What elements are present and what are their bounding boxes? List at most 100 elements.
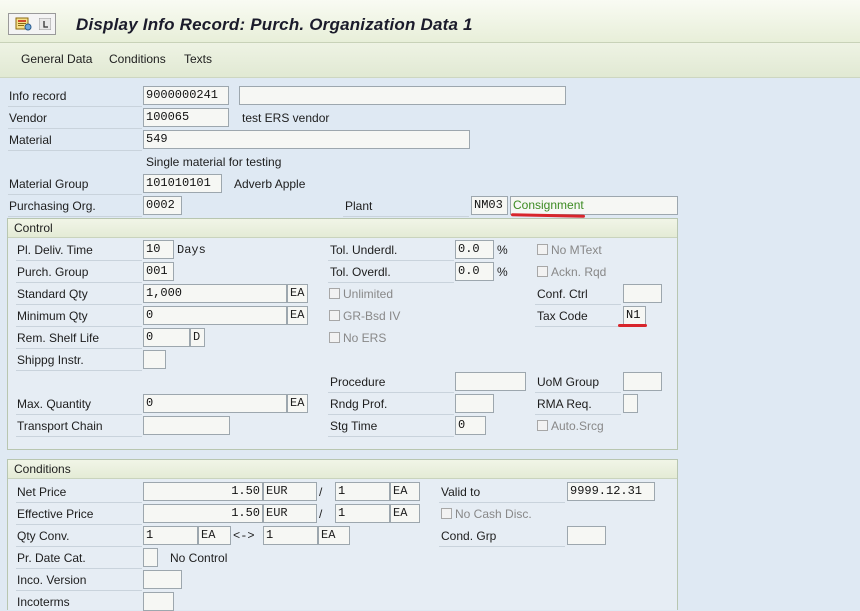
net-price-label: Net Price: [17, 485, 67, 499]
minimum-qty-label: Minimum Qty: [17, 309, 88, 323]
purch-group-field[interactable]: 001: [143, 262, 174, 281]
rem-shelf-life-field[interactable]: 0: [143, 328, 190, 347]
standard-qty-field[interactable]: 1,000: [143, 284, 287, 303]
effective-price-slash: /: [319, 507, 323, 521]
auto-srcg-label: Auto.Srcg: [551, 419, 604, 433]
info-record-label: Info record: [9, 89, 67, 103]
max-quantity-field[interactable]: 0: [143, 394, 287, 413]
effective-price-unit-field[interactable]: EA: [390, 504, 420, 523]
info-record-description-field[interactable]: [239, 86, 566, 105]
net-price-unit-field[interactable]: EA: [390, 482, 420, 501]
ackn-rqd-label: Ackn. Rqd: [551, 265, 607, 279]
stg-time-label: Stg Time: [330, 419, 378, 433]
qty-conv-arrow: <->: [233, 529, 255, 543]
no-ers-checkbox[interactable]: [329, 332, 340, 343]
qty-conv-to-unit-field[interactable]: EA: [318, 526, 350, 545]
cond-grp-label: Cond. Grp: [441, 529, 497, 543]
rma-req-field[interactable]: [623, 394, 638, 413]
pr-date-cat-label: Pr. Date Cat.: [17, 551, 86, 565]
purchasing-org-label: Purchasing Org.: [9, 199, 96, 213]
net-price-field[interactable]: 1.50: [143, 482, 263, 501]
no-cash-disc-checkbox[interactable]: [441, 508, 452, 519]
rma-req-label: RMA Req.: [537, 397, 592, 411]
max-quantity-unit-field[interactable]: EA: [287, 394, 308, 413]
gr-bsd-iv-label: GR-Bsd IV: [343, 309, 401, 323]
no-mtext-checkbox[interactable]: [537, 244, 548, 255]
material-label: Material: [9, 133, 52, 147]
procedure-label: Procedure: [330, 375, 386, 389]
qty-conv-to-field[interactable]: 1: [263, 526, 318, 545]
uom-group-label: UoM Group: [537, 375, 600, 389]
inco-version-field[interactable]: [143, 570, 182, 589]
pl-deliv-time-label: Pl. Deliv. Time: [17, 243, 93, 257]
standard-qty-label: Standard Qty: [17, 287, 88, 301]
info-record-field[interactable]: 9000000241: [143, 86, 229, 105]
material-field[interactable]: 549: [143, 130, 470, 149]
dropdown-arrow-icon[interactable]: [38, 17, 52, 31]
control-group-title: Control: [8, 219, 677, 238]
ackn-rqd-checkbox[interactable]: [537, 266, 548, 277]
purch-group-label: Purch. Group: [17, 265, 89, 279]
uom-group-field[interactable]: [623, 372, 662, 391]
vendor-field[interactable]: 100065: [143, 108, 229, 127]
conditions-group-title: Conditions: [8, 460, 677, 479]
minimum-qty-unit-field[interactable]: EA: [287, 306, 308, 325]
net-price-slash: /: [319, 485, 323, 499]
unlimited-label: Unlimited: [343, 287, 394, 301]
tol-overdl-field[interactable]: 0.0: [455, 262, 494, 281]
pl-deliv-time-field[interactable]: 10: [143, 240, 174, 259]
incoterms-label: Incoterms: [17, 595, 70, 609]
no-mtext-label: No MText: [551, 243, 602, 257]
auto-srcg-checkbox[interactable]: [537, 420, 548, 431]
tol-underdl-field[interactable]: 0.0: [455, 240, 494, 259]
valid-to-field[interactable]: 9999.12.31: [567, 482, 655, 501]
vendor-label: Vendor: [9, 111, 48, 125]
gr-bsd-iv-checkbox[interactable]: [329, 310, 340, 321]
incoterms-field[interactable]: [143, 592, 174, 611]
stg-time-field[interactable]: 0: [455, 416, 486, 435]
transaction-icon-box[interactable]: [8, 13, 56, 35]
vendor-name: test ERS vendor: [242, 111, 330, 125]
standard-qty-unit-field[interactable]: EA: [287, 284, 308, 303]
rndg-prof-label: Rndg Prof.: [330, 397, 388, 411]
material-group-label: Material Group: [9, 177, 89, 191]
material-group-description: Adverb Apple: [234, 177, 306, 191]
material-description: Single material for testing: [146, 155, 282, 169]
net-price-currency-field[interactable]: EUR: [263, 482, 317, 501]
tol-underdl-label: Tol. Underdl.: [330, 243, 398, 257]
max-quantity-label: Max. Quantity: [17, 397, 92, 411]
tab-general-data[interactable]: General Data: [21, 52, 92, 66]
effective-price-per-field[interactable]: 1: [335, 504, 390, 523]
unlimited-checkbox[interactable]: [329, 288, 340, 299]
qty-conv-from-unit-field[interactable]: EA: [198, 526, 231, 545]
plant-description-field[interactable]: Consignment: [510, 196, 678, 215]
qty-conv-label: Qty Conv.: [17, 529, 70, 543]
conf-ctrl-field[interactable]: [623, 284, 662, 303]
cond-grp-field[interactable]: [567, 526, 606, 545]
tab-texts[interactable]: Texts: [184, 52, 212, 66]
tol-underdl-percent: %: [497, 243, 508, 257]
plant-field[interactable]: NM03: [471, 196, 508, 215]
pr-date-cat-field[interactable]: [143, 548, 158, 567]
purchasing-org-field[interactable]: 0002: [143, 196, 182, 215]
transport-chain-field[interactable]: [143, 416, 230, 435]
shippg-instr-field[interactable]: [143, 350, 166, 369]
tol-overdl-label: Tol. Overdl.: [330, 265, 391, 279]
minimum-qty-field[interactable]: 0: [143, 306, 287, 325]
tab-conditions[interactable]: Conditions: [109, 52, 166, 66]
material-group-field[interactable]: 101010101: [143, 174, 222, 193]
rem-shelf-life-label: Rem. Shelf Life: [17, 331, 100, 345]
net-price-per-field[interactable]: 1: [335, 482, 390, 501]
rem-shelf-life-unit-field[interactable]: D: [190, 328, 205, 347]
pl-deliv-time-unit: Days: [177, 243, 206, 257]
qty-conv-from-field[interactable]: 1: [143, 526, 198, 545]
display-document-icon[interactable]: [15, 16, 33, 32]
procedure-field[interactable]: [455, 372, 526, 391]
no-cash-disc-label: No Cash Disc.: [455, 507, 532, 521]
rndg-prof-field[interactable]: [455, 394, 494, 413]
effective-price-currency-field[interactable]: EUR: [263, 504, 317, 523]
valid-to-label: Valid to: [441, 485, 481, 499]
tax-code-field[interactable]: N1: [623, 306, 646, 325]
pr-date-cat-description: No Control: [170, 551, 228, 565]
effective-price-field[interactable]: 1.50: [143, 504, 263, 523]
